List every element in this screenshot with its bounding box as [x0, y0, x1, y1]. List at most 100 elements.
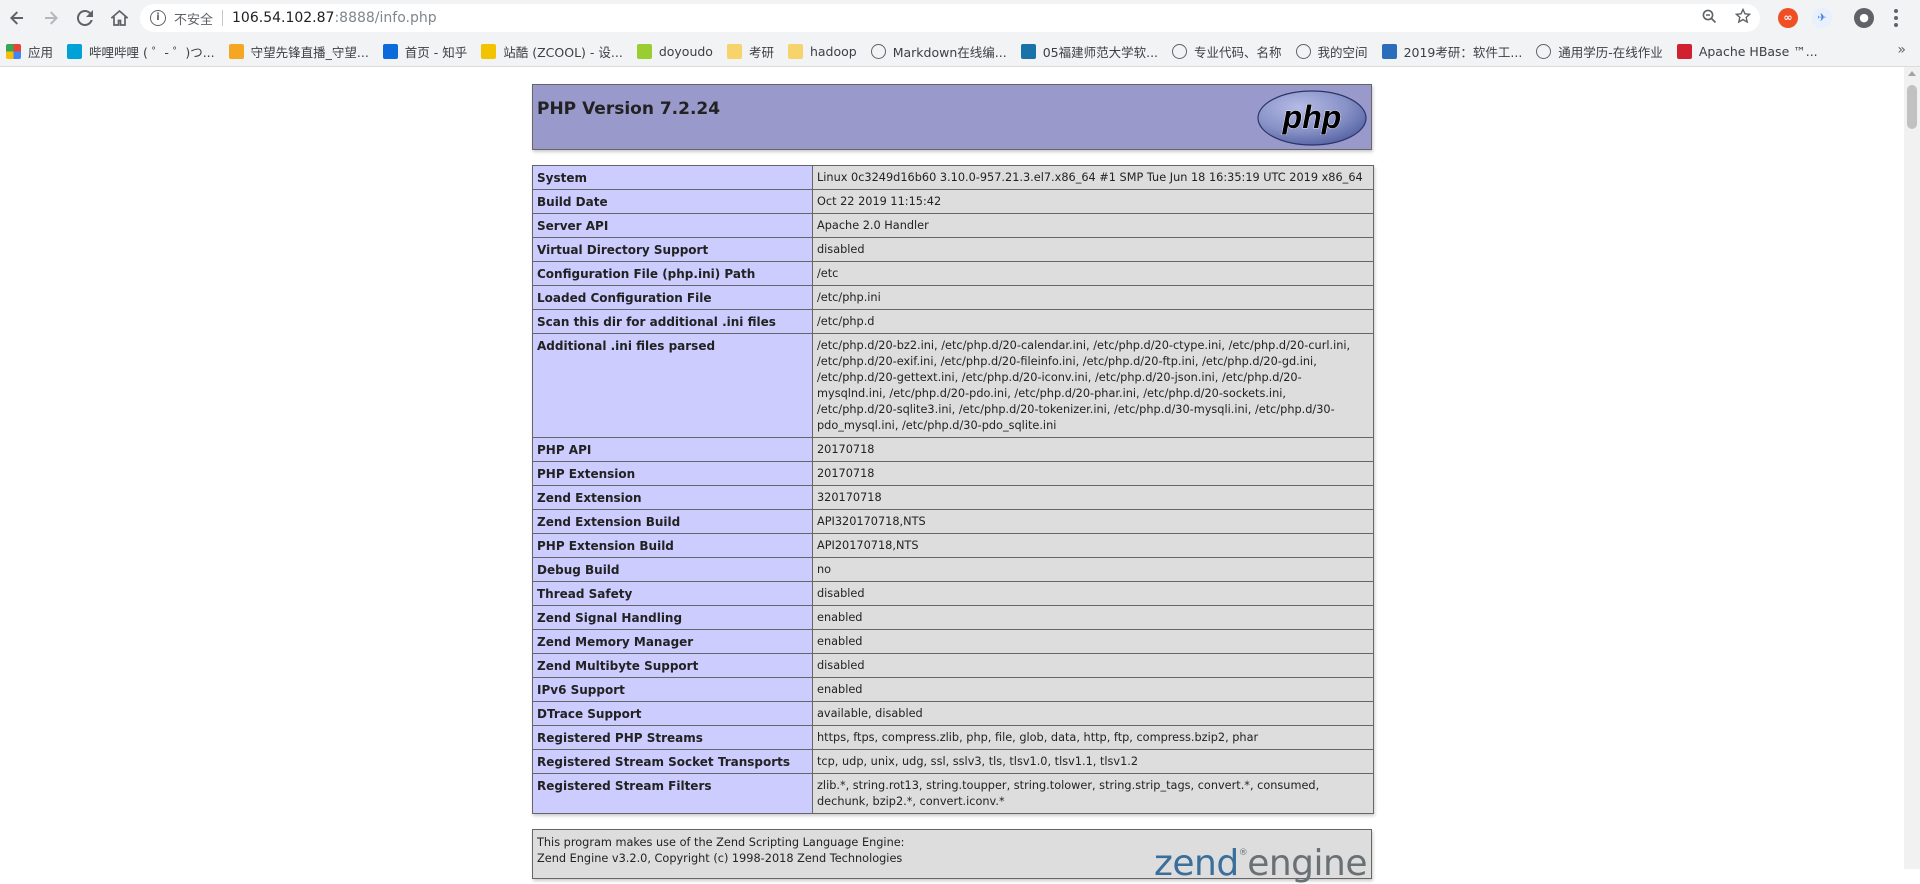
table-row: System Linux 0c3249d16b60 3.10.0-957.21.3…: [532, 165, 1374, 190]
menu-kebab-icon[interactable]: [1886, 6, 1906, 30]
row-key: Loaded Configuration File: [532, 285, 813, 310]
omnibox-actions: [1692, 4, 1760, 32]
table-row: Additional .ini files parsed/etc/php.d/2…: [532, 333, 1374, 438]
scroll-up-arrow-icon[interactable]: [1908, 71, 1916, 76]
extension-bird-icon[interactable]: ✈: [1812, 8, 1832, 28]
row-value: disabled: [812, 581, 1374, 606]
phpinfo-table: System Linux 0c3249d16b60 3.10.0-957.21.3…: [532, 165, 1374, 814]
zoom-icon[interactable]: [1692, 9, 1726, 28]
apps-grid-icon: [6, 43, 21, 59]
zend-logo-registered-mark: ®: [1238, 848, 1248, 858]
row-key: Virtual Directory Support: [532, 237, 813, 262]
table-row: Zend Extension 320170718: [532, 485, 1374, 510]
bookmark-label: 通用学历-在线作业: [1558, 44, 1663, 60]
more-bookmarks-icon[interactable]: »: [1897, 42, 1906, 58]
bookmark-item[interactable]: 哔哩哔哩 ( ゜- ゜)つ...: [61, 39, 223, 63]
table-row: Zend Multibyte Support disabled: [532, 653, 1374, 678]
bookmark-star-icon[interactable]: [1726, 7, 1760, 28]
phpinfo-container: PHP Version 7.2.24 php System Linux 0c324…: [532, 84, 1374, 884]
row-value: /etc: [812, 261, 1374, 286]
row-key: PHP Extension Build: [532, 533, 813, 558]
row-key: PHP Extension: [532, 461, 813, 486]
bookmark-label: doyoudo: [658, 43, 713, 59]
page-viewport: PHP Version 7.2.24 php System Linux 0c324…: [0, 67, 1904, 884]
site-icon: [1020, 43, 1036, 59]
extension-infinity-icon[interactable]: ∞: [1778, 8, 1798, 28]
url-host[interactable]: 106.54.102.87: [232, 10, 334, 26]
huya-icon: [228, 43, 244, 59]
bookmark-item[interactable]: Apache HBase ™...: [1671, 39, 1826, 63]
reload-icon: [77, 10, 93, 26]
row-key: IPv6 Support: [532, 677, 813, 702]
globe-icon: [1295, 43, 1311, 59]
row-value: enabled: [812, 605, 1374, 630]
bookmark-label: 应用: [28, 44, 54, 60]
table-row: Build Date Oct 22 2019 11:15:42: [532, 189, 1374, 214]
bookmark-item[interactable]: 2019考研：软件工...: [1376, 39, 1531, 63]
table-row: DTrace Support available, disabled: [532, 701, 1374, 726]
bookmark-item[interactable]: doyoudo: [631, 39, 721, 63]
zend-engine-box: This program makes use of the Zend Scrip…: [532, 829, 1372, 884]
arrow-left-icon: [10, 11, 23, 25]
row-value: disabled: [812, 653, 1374, 678]
row-key: Zend Extension Build: [532, 509, 813, 534]
table-row: PHP Extension 20170718: [532, 461, 1374, 486]
bookmark-item[interactable]: 首页 - 知乎: [377, 39, 475, 63]
info-icon[interactable]: i: [150, 10, 166, 26]
home-button[interactable]: [102, 0, 136, 36]
row-value: /etc/php.ini: [812, 285, 1374, 310]
table-row: Registered PHP Streams https, ftps, compr…: [532, 725, 1374, 750]
vertical-scrollbar[interactable]: [1904, 67, 1920, 869]
table-row: Registered Stream Filters zlib.*, string.…: [532, 773, 1374, 814]
table-row: Zend Extension Build API320170718,NTS: [532, 509, 1374, 534]
table-row: Zend Memory Manager enabled: [532, 629, 1374, 654]
bookmark-label: 哔哩哔哩 ( ゜- ゜)つ...: [89, 44, 215, 60]
bookmark-item[interactable]: 专业代码、名称: [1166, 39, 1290, 63]
row-key: Additional .ini files parsed: [532, 333, 813, 438]
row-key: DTrace Support: [532, 701, 813, 726]
arrow-right-icon: [45, 11, 58, 25]
profile-avatar-icon[interactable]: ●: [1854, 8, 1874, 28]
reload-button[interactable]: [68, 0, 102, 36]
row-value: https, ftps, compress.zlib, php, file, g…: [812, 725, 1374, 750]
row-key: Registered PHP Streams: [532, 725, 813, 750]
k-icon: [1381, 43, 1397, 59]
zend-line-1: This program makes use of the Zend Scrip…: [537, 836, 905, 849]
table-row: Configuration File (php.ini) Path/etc: [532, 261, 1374, 286]
table-row: PHP Extension Build API20170718,NTS: [532, 533, 1374, 558]
url-path[interactable]: :8888/info.php: [334, 10, 436, 26]
bookmark-item[interactable]: 守望先锋直播_守望...: [223, 39, 377, 63]
bookmark-label: 我的空间: [1317, 44, 1368, 60]
row-value: available, disabled: [812, 701, 1374, 726]
bookmark-item[interactable]: hadoop: [782, 39, 865, 63]
row-value: /etc/php.d: [812, 309, 1374, 334]
row-value: no: [812, 557, 1374, 582]
bookmark-item[interactable]: 我的空间: [1290, 39, 1376, 63]
bookmark-item[interactable]: 05福建师范大学软...: [1015, 39, 1166, 63]
bookmark-label: 2019考研：软件工...: [1403, 44, 1523, 60]
bookmark-item[interactable]: 考研: [721, 39, 782, 63]
row-value: 320170718: [812, 485, 1374, 510]
scrollbar-thumb[interactable]: [1907, 85, 1917, 129]
omnibox-divider: [222, 10, 224, 26]
zend-line-2: Zend Engine v3.2.0, Copyright (c) 1998-2…: [537, 852, 903, 865]
bookmark-item[interactable]: 站酷 (ZCOOL) - 设...: [475, 39, 631, 63]
forward-button[interactable]: [34, 0, 68, 36]
bookmark-item[interactable]: 通用学历-在线作业: [1530, 39, 1671, 63]
row-value: Linux 0c3249d16b60 3.10.0-957.21.3.el7.x…: [812, 165, 1374, 190]
globe-icon: [1172, 43, 1188, 59]
row-key: Scan this dir for additional .ini files: [532, 309, 813, 334]
bookmark-label: 专业代码、名称: [1194, 44, 1282, 60]
bookmarks-bar: 应用 哔哩哔哩 ( ゜- ゜)つ... 守望先锋直播_守望... 首页 - 知乎 站酷 …: [0, 36, 1920, 67]
bookmark-item[interactable]: 应用: [0, 39, 61, 63]
table-row: Scan this dir for additional .ini files /…: [532, 309, 1374, 334]
row-key: Zend Signal Handling: [532, 605, 813, 630]
hbase-icon: [1676, 43, 1692, 59]
row-value: Apache 2.0 Handler: [812, 213, 1374, 238]
bookmark-item[interactable]: Markdown在线编...: [865, 39, 1015, 63]
back-button[interactable]: [0, 0, 34, 36]
address-bar[interactable]: i 不安全 106.54.102.87:8888/info.php: [140, 4, 1760, 32]
bookmark-label: hadoop: [809, 43, 857, 59]
row-value: enabled: [812, 677, 1374, 702]
page-title: PHP Version 7.2.24: [537, 99, 721, 119]
